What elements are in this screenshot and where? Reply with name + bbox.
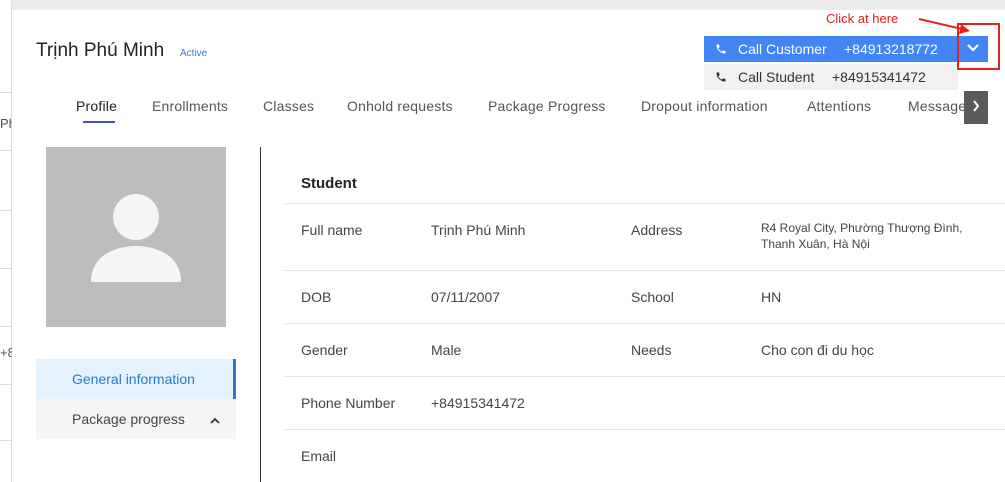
avatar <box>46 147 226 327</box>
field-value-gender: Male <box>431 342 462 358</box>
chevron-right-icon <box>972 99 980 117</box>
student-name-title: Trịnh Phú Minh <box>36 40 165 61</box>
background-divider <box>0 92 12 93</box>
field-label-gender: Gender <box>301 342 348 358</box>
call-customer-label: Call Customer <box>738 41 827 57</box>
chevron-up-icon <box>210 412 220 428</box>
annotation-highlight-box <box>957 23 1000 70</box>
background-divider <box>0 440 12 441</box>
field-value-school: HN <box>761 289 782 305</box>
background-divider <box>0 268 12 269</box>
tab-profile[interactable]: Profile <box>76 98 117 114</box>
field-label-address: Address <box>631 222 683 238</box>
field-label-school: School <box>631 289 674 305</box>
field-label-needs: Needs <box>631 342 672 358</box>
phone-icon <box>704 43 738 55</box>
person-icon <box>91 194 181 282</box>
vertical-divider <box>260 147 261 482</box>
field-value-needs: Cho con đi du học <box>761 342 874 358</box>
tab-attentions[interactable]: Attentions <box>807 98 871 114</box>
tab-scroll-right-button[interactable] <box>964 91 988 124</box>
phone-icon <box>704 71 738 83</box>
active-tab-indicator <box>83 121 115 123</box>
field-value-full-name: Trịnh Phú Minh <box>431 222 526 238</box>
background-text: Ph <box>0 116 12 131</box>
table-row: Gender Male Needs Cho con đi du học <box>285 323 1005 376</box>
call-student-option[interactable]: Call Student +84915341472 <box>704 64 958 90</box>
tab-package-progress[interactable]: Package Progress <box>488 98 606 114</box>
field-value-address: R4 Royal City, Phường Thượng Đình, Thanh… <box>761 221 963 251</box>
background-top-strip <box>0 0 1005 10</box>
field-value-phone: +84915341472 <box>431 395 525 411</box>
tab-dropout-information[interactable]: Dropout information <box>641 98 768 114</box>
sidebar-item-label: General information <box>72 371 195 387</box>
background-divider <box>0 326 12 327</box>
table-row: Phone Number +84915341472 <box>285 376 1005 429</box>
tab-messages[interactable]: Messages <box>908 98 966 114</box>
background-divider <box>0 210 12 211</box>
table-row: Full name Trịnh Phú Minh Address R4 Roya… <box>285 203 1005 270</box>
table-row: DOB 07/11/2007 School HN <box>285 270 1005 323</box>
sidebar-item-label: Package progress <box>72 411 185 427</box>
status-badge: Active <box>180 48 208 59</box>
field-label-phone: Phone Number <box>301 395 396 411</box>
tab-classes[interactable]: Classes <box>263 98 314 114</box>
sidebar-item-package-progress[interactable]: Package progress <box>36 399 236 439</box>
annotation-text: Click at here <box>826 11 899 26</box>
background-divider <box>0 384 12 385</box>
field-label-dob: DOB <box>301 289 332 305</box>
sidebar-item-general-information[interactable]: General information <box>36 359 236 399</box>
tab-enrollments[interactable]: Enrollments <box>152 98 228 114</box>
background-text: +8 <box>0 345 12 360</box>
tab-bar: Profile Enrollments Classes Onhold reque… <box>66 94 966 134</box>
table-row: Email <box>285 429 1005 482</box>
student-detail-modal: Trịnh Phú Minh Active Call Customer +849… <box>12 10 1005 482</box>
field-value-dob: 07/11/2007 <box>431 289 501 305</box>
background-divider <box>0 150 12 151</box>
call-customer-number: +84913218772 <box>844 41 938 57</box>
field-label-email: Email <box>301 448 337 464</box>
field-label-full-name: Full name <box>301 222 363 238</box>
student-info-card: Student Full name Trịnh Phú Minh Address… <box>285 147 1005 482</box>
section-title: Student <box>301 175 357 192</box>
call-student-number: +84915341472 <box>832 69 926 85</box>
background-page: Ph +8 <box>0 0 12 482</box>
tab-onhold-requests[interactable]: Onhold requests <box>347 98 453 114</box>
call-student-label: Call Student <box>738 69 815 85</box>
